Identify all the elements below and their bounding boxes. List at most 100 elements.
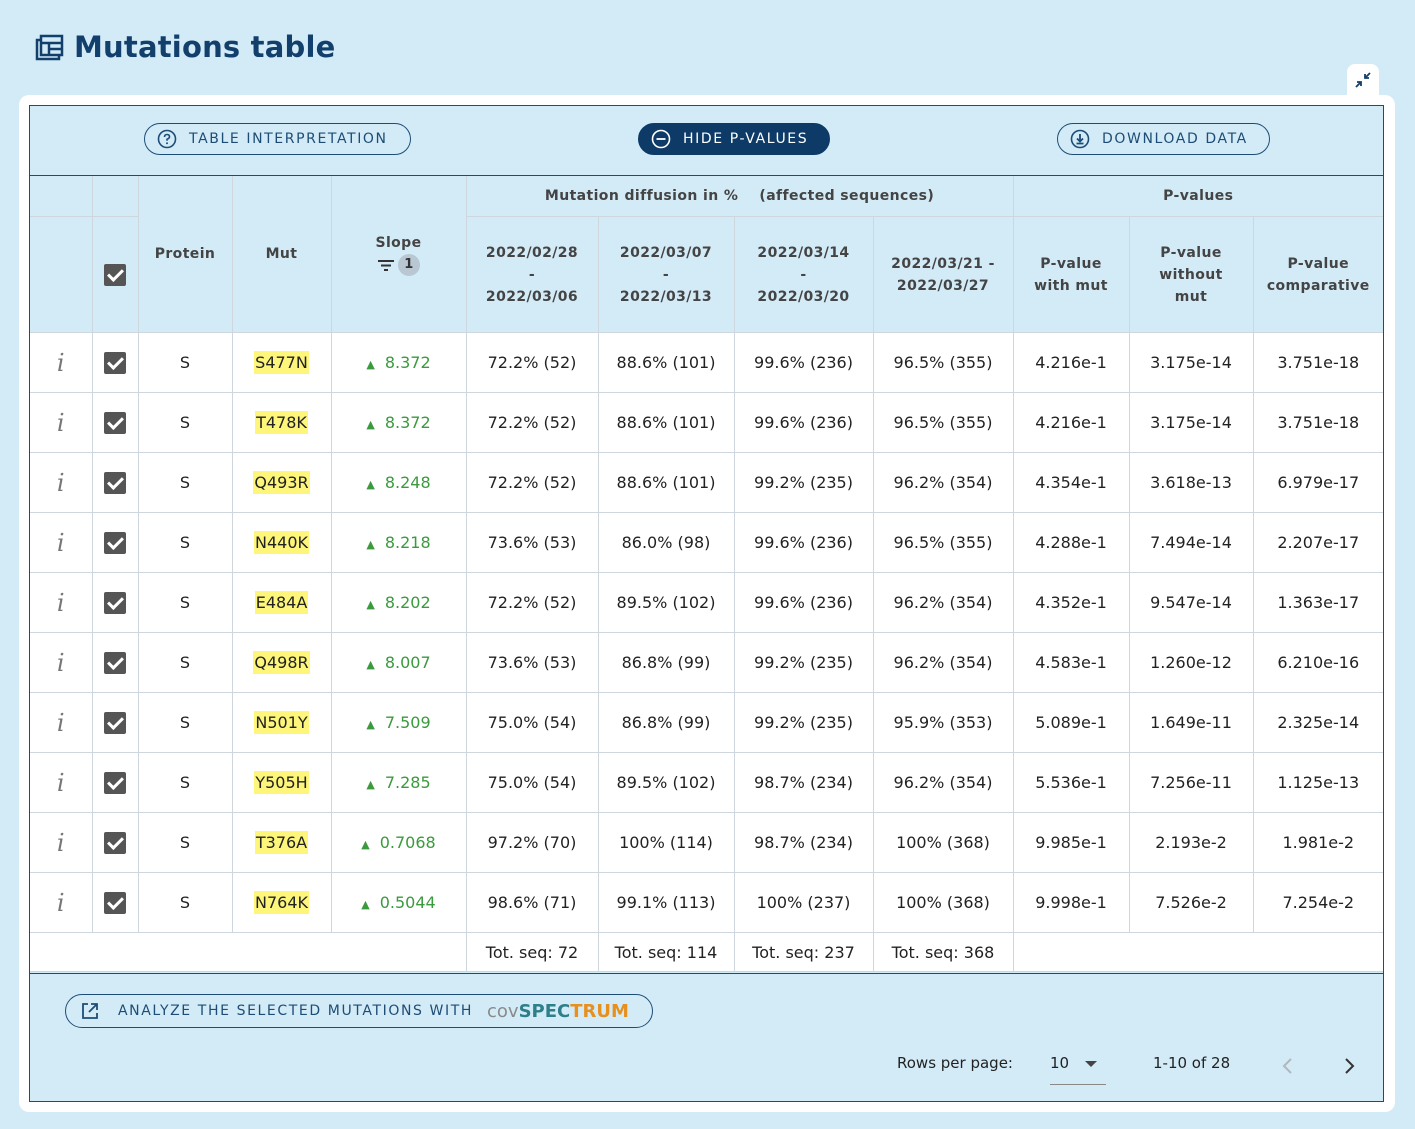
week-2-value: 88.6% (101): [597, 332, 735, 393]
info-icon[interactable]: i: [57, 829, 65, 857]
pvalue-with-mut: 4.216e-1: [1012, 392, 1130, 453]
row-checkbox[interactable]: [104, 891, 126, 914]
row-checkbox[interactable]: [104, 711, 126, 734]
slope-cell: ▲ 0.5044: [330, 872, 467, 933]
pvalue-with-mut: 5.089e-1: [1012, 692, 1130, 753]
pvalue-without-mut: 7.256e-11: [1128, 752, 1254, 813]
select-cell[interactable]: [91, 572, 139, 633]
info-icon[interactable]: i: [57, 349, 65, 377]
header-week-1: 2022/02/28-2022/03/06: [465, 216, 599, 333]
week-3-value: 100% (237): [733, 872, 874, 933]
select-cell[interactable]: [91, 512, 139, 573]
rows-per-page-select[interactable]: 10: [1050, 1050, 1106, 1085]
info-cell[interactable]: i: [30, 692, 93, 753]
total-sequences-4: Tot. seq: 368: [872, 932, 1014, 972]
week-1-value: 72.2% (52): [465, 332, 599, 393]
week-2-value: 89.5% (102): [597, 752, 735, 813]
header-week-2: 2022/03/07-2022/03/13: [597, 216, 735, 333]
info-icon[interactable]: i: [57, 529, 65, 557]
select-cell[interactable]: [91, 692, 139, 753]
row-checkbox[interactable]: [104, 411, 126, 434]
select-all-checkbox[interactable]: [104, 263, 126, 286]
row-checkbox[interactable]: [104, 531, 126, 554]
week-3-value: 98.7% (234): [733, 752, 874, 813]
totals-row: Tot. seq: 72 Tot. seq: 114 Tot. seq: 237 To…: [30, 932, 1383, 972]
pvalue-with-mut: 4.583e-1: [1012, 632, 1130, 693]
table-row: i S T376A ▲ 0.7068 97.2% (70) 100% (114) …: [30, 812, 1383, 873]
trend-up-icon: ▲: [361, 838, 370, 851]
info-cell[interactable]: i: [30, 512, 93, 573]
week-3-value: 98.7% (234): [733, 812, 874, 873]
pvalue-with-mut: 4.216e-1: [1012, 332, 1130, 393]
week-1-value: 75.0% (54): [465, 752, 599, 813]
info-cell[interactable]: i: [30, 752, 93, 813]
slope-cell: ▲ 7.285: [330, 752, 467, 813]
slope-value: 8.202: [384, 593, 431, 612]
mutation-cell: Q498R: [231, 632, 332, 693]
protein-cell: S: [137, 752, 233, 813]
info-icon[interactable]: i: [57, 709, 65, 737]
protein-cell: S: [137, 872, 233, 933]
header-week-3: 2022/03/14-2022/03/20: [733, 216, 874, 333]
row-checkbox[interactable]: [104, 591, 126, 614]
select-all-cell[interactable]: [91, 216, 139, 333]
info-cell[interactable]: i: [30, 872, 93, 933]
header-diffusion-group: Mutation diffusion in % (affected sequen…: [465, 176, 1014, 217]
week-3-value: 99.6% (236): [733, 512, 874, 573]
week-3-value: 99.2% (235): [733, 692, 874, 753]
hide-pvalues-button[interactable]: HIDE P-VALUES: [638, 123, 830, 155]
table-interpretation-button[interactable]: TABLE INTERPRETATION: [144, 123, 411, 155]
previous-page-icon[interactable]: [1280, 1056, 1294, 1076]
toolbar: TABLE INTERPRETATION HIDE P-VALUES DOWNL…: [30, 106, 1383, 176]
row-checkbox[interactable]: [104, 351, 126, 374]
select-cell[interactable]: [91, 392, 139, 453]
select-cell[interactable]: [91, 452, 139, 513]
week-1-value: 98.6% (71): [465, 872, 599, 933]
info-cell[interactable]: i: [30, 452, 93, 513]
pvalue-without-mut: 2.193e-2: [1128, 812, 1254, 873]
select-cell[interactable]: [91, 812, 139, 873]
info-icon[interactable]: i: [57, 889, 65, 917]
pvalue-without-mut: 1.649e-11: [1128, 692, 1254, 753]
pvalue-comparative: 2.207e-17: [1252, 512, 1383, 573]
info-icon[interactable]: i: [57, 469, 65, 497]
info-icon[interactable]: i: [57, 589, 65, 617]
mutation-cell: Q493R: [231, 452, 332, 513]
slope-value: 7.285: [384, 773, 431, 792]
pvalue-comparative: 7.254e-2: [1252, 872, 1383, 933]
collapse-button[interactable]: [1347, 64, 1379, 96]
info-cell[interactable]: i: [30, 812, 93, 873]
table-body: i S S477N ▲ 8.372 72.2% (52) 88.6% (101) …: [30, 332, 1383, 972]
protein-cell: S: [137, 392, 233, 453]
select-cell[interactable]: [91, 752, 139, 813]
table-footer: ANALYZE THE SELECTED MUTATIONS WITH covS…: [30, 973, 1383, 1102]
info-cell[interactable]: i: [30, 332, 93, 393]
sort-indicator[interactable]: 1: [332, 254, 466, 276]
table-row: i S Y505H ▲ 7.285 75.0% (54) 89.5% (102) …: [30, 752, 1383, 813]
select-cell[interactable]: [91, 632, 139, 693]
row-checkbox[interactable]: [104, 831, 126, 854]
header-slope[interactable]: Slope 1: [330, 176, 467, 333]
info-cell[interactable]: i: [30, 392, 93, 453]
row-checkbox[interactable]: [104, 771, 126, 794]
info-icon[interactable]: i: [57, 769, 65, 797]
select-cell[interactable]: [91, 872, 139, 933]
diffusion-subtitle: (affected sequences): [759, 188, 935, 204]
info-icon[interactable]: i: [57, 409, 65, 437]
next-page-icon[interactable]: [1343, 1056, 1357, 1076]
row-checkbox[interactable]: [104, 651, 126, 674]
row-checkbox[interactable]: [104, 471, 126, 494]
week-4-value: 96.2% (354): [872, 632, 1014, 693]
download-data-button[interactable]: DOWNLOAD DATA: [1057, 123, 1270, 155]
header-pvalue-with-mut: P-value with mut: [1012, 216, 1130, 333]
week-1-value: 72.2% (52): [465, 452, 599, 513]
info-cell[interactable]: i: [30, 572, 93, 633]
info-cell[interactable]: i: [30, 632, 93, 693]
info-icon[interactable]: i: [57, 649, 65, 677]
analyze-covspectrum-button[interactable]: ANALYZE THE SELECTED MUTATIONS WITH covS…: [65, 994, 653, 1028]
week-4-value: 96.2% (354): [872, 572, 1014, 633]
totals-spacer: [30, 932, 467, 972]
select-cell[interactable]: [91, 332, 139, 393]
mutation-label: E484A: [254, 591, 309, 614]
pvalue-comparative: 6.979e-17: [1252, 452, 1383, 513]
